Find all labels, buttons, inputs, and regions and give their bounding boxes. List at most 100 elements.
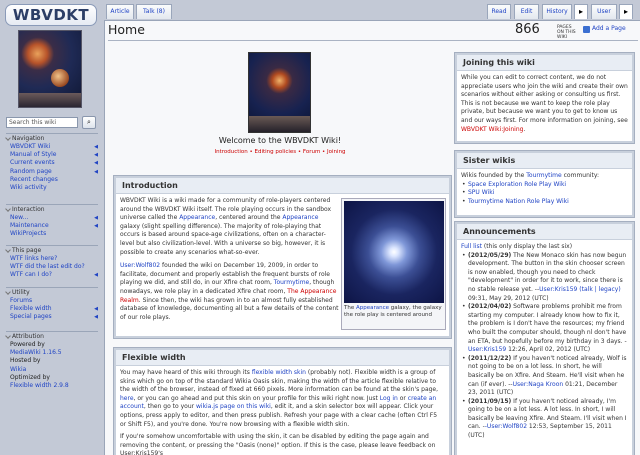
sister-wiki-link[interactable]: Space Exploration Role Play Wiki	[468, 181, 566, 188]
add-page-link[interactable]: Add a Page	[592, 25, 626, 32]
add-page-icon[interactable]	[583, 26, 590, 33]
announcement-date: (2011/12/22)	[468, 354, 512, 362]
divider	[6, 245, 98, 246]
flex-text: , then go to your	[143, 403, 196, 411]
sidebar-nav-item[interactable]: Random page ◀	[10, 168, 98, 176]
tab-article[interactable]: Article	[106, 4, 134, 19]
divider	[6, 204, 98, 205]
sidebar-utility-item[interactable]: Flexible width ◀	[10, 305, 98, 313]
introduction-heading: Introduction	[116, 178, 449, 194]
joining-heading: Joining this wiki	[457, 55, 632, 71]
galaxy-figure: The Appearance galaxy, the galaxy the ro…	[341, 198, 446, 330]
sidebar-interaction-item[interactable]: New... ◀	[10, 214, 98, 222]
intro-text: , centered around the	[215, 214, 283, 222]
sidebar-this-page-item[interactable]: WTF did the last edit do?	[10, 263, 98, 271]
tab-read[interactable]: Read	[487, 4, 511, 19]
flexible-width-text: You may have heard of this wiki through …	[116, 366, 449, 455]
this-page-header[interactable]: This page	[6, 247, 98, 255]
sidebar-wiki-image[interactable]	[18, 30, 82, 108]
attribution-line[interactable]: MediaWiki 1.16.5	[10, 349, 98, 357]
bullet-icon: •	[462, 189, 466, 197]
sidebar-this-page-item-label: WTF links here?	[10, 255, 58, 262]
tab-talk[interactable]: Talk (8)	[136, 4, 172, 19]
announcement-date: (2011/09/15)	[468, 397, 512, 405]
joining-link[interactable]: WBVDKT Wiki:Joining	[461, 126, 523, 133]
tab-edit[interactable]: Edit	[514, 4, 539, 19]
sister-wikis-list: • Space Exploration Role Play Wiki • SPU Wi…	[461, 181, 628, 207]
appearance-link[interactable]: Appearance	[282, 214, 318, 221]
sidebar-interaction-item-label: WikiProjects	[10, 230, 47, 238]
appearance-link[interactable]: Appearance	[356, 305, 389, 311]
welcome-image[interactable]	[248, 52, 311, 133]
sidebar-nav-item[interactable]: Manual of Style ◀	[10, 151, 98, 159]
sidebar-nav-item-label: Current events	[10, 159, 55, 167]
flex-text: If you're somehow uncomfortable with usi…	[120, 433, 436, 455]
galaxy-image[interactable]	[344, 201, 444, 303]
intro-text: . Since then, the wiki has grown in to a…	[120, 296, 339, 321]
sidebar-nav-item[interactable]: Recent changes	[10, 176, 98, 184]
search-button[interactable]: ⌕	[82, 116, 96, 129]
announcement-user-link[interactable]: User:Kris159	[539, 286, 577, 293]
announcement-user-link[interactable]: -User:Wolf802	[485, 423, 527, 430]
attribution-header[interactable]: Attribution	[6, 333, 98, 341]
tourmytime-link[interactable]: Tourmytime	[526, 172, 561, 179]
attribution-line[interactable]: Flexible width 2.9.8	[10, 382, 98, 390]
full-list-link[interactable]: Full list	[461, 243, 482, 250]
ground-graphic	[19, 93, 81, 107]
here-link[interactable]: here	[120, 395, 134, 402]
bullet-icon: •	[462, 180, 466, 188]
sidebar-utility-item[interactable]: Forums	[10, 297, 98, 305]
search-input[interactable]: Search this wiki	[6, 117, 78, 128]
triangle-right-icon: ◀	[94, 215, 98, 221]
tab-user[interactable]: User	[591, 4, 617, 19]
log-in-link[interactable]: Log in	[380, 395, 398, 402]
sidebar-utility-item[interactable]: Special pages ◀	[10, 313, 98, 321]
joining-body: While you can edit to correct content, w…	[461, 74, 628, 124]
sidebar-this-page-item[interactable]: WTF can I do? ◀	[10, 271, 98, 279]
user-wolf802-link[interactable]: User:Wolf802	[120, 262, 160, 269]
sidebar-interaction-item[interactable]: WikiProjects	[10, 230, 98, 238]
flexible-width-box: Flexible width You may have heard of thi…	[113, 347, 452, 455]
sidebar-nav-item[interactable]: Current events ◀	[10, 159, 98, 167]
tab-history[interactable]: History	[542, 4, 572, 19]
sister-wiki-item: • Tourmytime Nation Role Play Wiki	[461, 198, 628, 207]
intro-text: galaxy (slight spelling difference). The…	[120, 222, 326, 256]
interaction-header[interactable]: Interaction	[6, 206, 98, 214]
history-menu-arrow[interactable]: ▸	[574, 4, 588, 19]
announcement-item: (2012/04/02) Software problems prohibit …	[461, 303, 628, 355]
joining-end: .	[523, 125, 526, 133]
navigation-portlet: Navigation WBVDKT Wiki ◀ Manual of Style ◀ C…	[6, 135, 98, 192]
sister-wiki-link[interactable]: SPU Wiki	[468, 189, 494, 196]
appearance-link[interactable]: Appearance	[179, 214, 215, 221]
user-menu-arrow[interactable]: ▸	[619, 4, 633, 19]
announcement-user-link[interactable]: User:Kris159	[468, 346, 506, 353]
announcement-talk-links[interactable]: (talk | legacy)	[577, 286, 620, 293]
this-page-list: WTF links here? WTF did the last edit do?…	[10, 255, 98, 280]
sidebar-utility-item-label: Flexible width	[10, 305, 52, 313]
wiki-logo[interactable]: WBVDKT	[5, 4, 97, 26]
tourmytime-link[interactable]: Tourmytime	[274, 279, 309, 286]
sidebar-this-page-item-label: WTF can I do?	[10, 271, 52, 279]
navigation-list: WBVDKT Wiki ◀ Manual of Style ◀ Current even…	[10, 143, 98, 192]
welcome-title: Welcome to the WBVDKT Wiki!	[218, 136, 342, 145]
announcement-user-link[interactable]: User:Naga Kroon	[513, 381, 564, 388]
sidebar-nav-item[interactable]: Wiki activity	[10, 184, 98, 192]
flex-text: or	[397, 394, 408, 402]
sidebar-nav-item[interactable]: WBVDKT Wiki ◀	[10, 143, 98, 151]
announcement-timestamp: 09:31, May 29, 2012 (UTC)	[468, 294, 549, 302]
sister-wiki-link[interactable]: Tourmytime Nation Role Play Wiki	[468, 198, 569, 205]
sidebar-interaction-item[interactable]: Maintenance ◀	[10, 222, 98, 230]
sidebar-this-page-item[interactable]: WTF links here?	[10, 255, 98, 263]
wikia-js-link[interactable]: wikia.js page on this wiki	[196, 403, 271, 410]
flexible-width-skin-link[interactable]: flexible width skin	[252, 369, 306, 376]
sidebar-nav-item-label: Manual of Style	[10, 151, 57, 159]
attribution-line[interactable]: Wikia	[10, 366, 98, 374]
triangle-right-icon: ▸	[578, 7, 583, 16]
announcements-box: Announcements Full list (this only displ…	[454, 221, 635, 455]
utility-header[interactable]: Utility	[6, 289, 98, 297]
announcements-text: Full list (this only display the last si…	[457, 240, 632, 444]
welcome-links[interactable]: Introduction • Editing policies • Forum …	[180, 149, 380, 155]
announcements-list: (2012/05/29) The New Monaco skin has now…	[461, 252, 628, 441]
navigation-header[interactable]: Navigation	[6, 135, 98, 143]
utility-portlet: Utility Forums Flexible width ◀ Special pag…	[6, 289, 98, 322]
